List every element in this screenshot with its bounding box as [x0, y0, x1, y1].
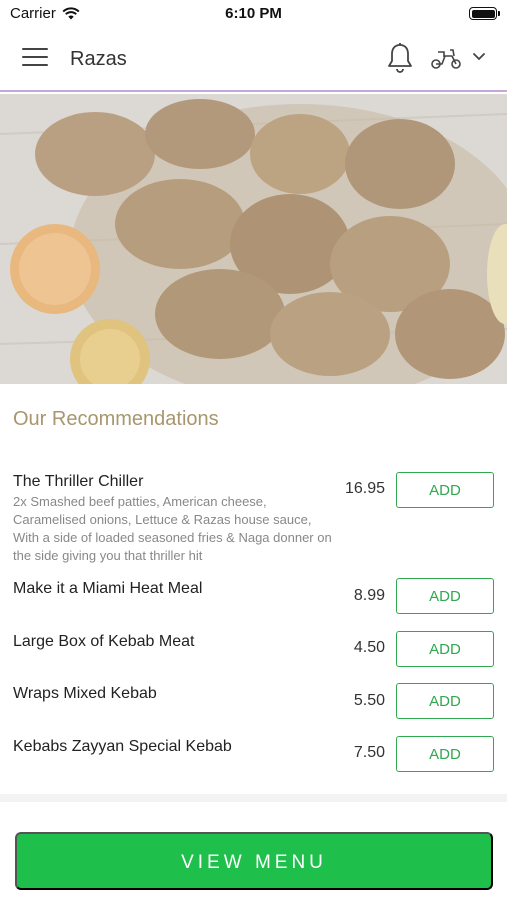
item-description: 2x Smashed beef patties, American cheese… [13, 494, 332, 563]
item-price: 16.95 [344, 480, 385, 497]
item-price: 7.50 [353, 744, 385, 761]
app-title: Razas [70, 48, 127, 70]
hero-food-image [0, 94, 507, 384]
section-divider [0, 794, 507, 802]
add-button[interactable]: ADD [396, 631, 494, 667]
item-price: 4.50 [353, 639, 385, 656]
item-name: Wraps Mixed Kebab [13, 685, 157, 702]
view-menu-button[interactable]: VIEW MENU [15, 832, 493, 890]
add-button[interactable]: ADD [396, 736, 494, 772]
battery-icon [469, 7, 500, 20]
recommendations-section: Our Recommendations The Thriller Chiller… [0, 384, 507, 794]
chevron-down-icon[interactable] [472, 52, 486, 62]
item-name: Make it a Miami Heat Meal [13, 580, 203, 597]
add-button[interactable]: ADD [396, 472, 494, 508]
add-button[interactable]: ADD [396, 683, 494, 719]
item-name: The Thriller Chiller [13, 473, 144, 490]
item-price: 5.50 [353, 692, 385, 709]
item-name: Large Box of Kebab Meat [13, 633, 195, 650]
menu-icon[interactable] [22, 48, 48, 68]
item-name: Kebabs Zayyan Special Kebab [13, 738, 232, 755]
add-button[interactable]: ADD [396, 578, 494, 614]
status-bar: Carrier 6:10 PM [0, 0, 507, 26]
section-title: Our Recommendations [13, 408, 219, 430]
app-header: Razas [0, 26, 507, 92]
clock: 6:10 PM [225, 5, 282, 22]
item-price: 8.99 [353, 587, 385, 604]
scooter-icon[interactable] [430, 46, 462, 70]
bell-icon[interactable] [386, 42, 414, 74]
